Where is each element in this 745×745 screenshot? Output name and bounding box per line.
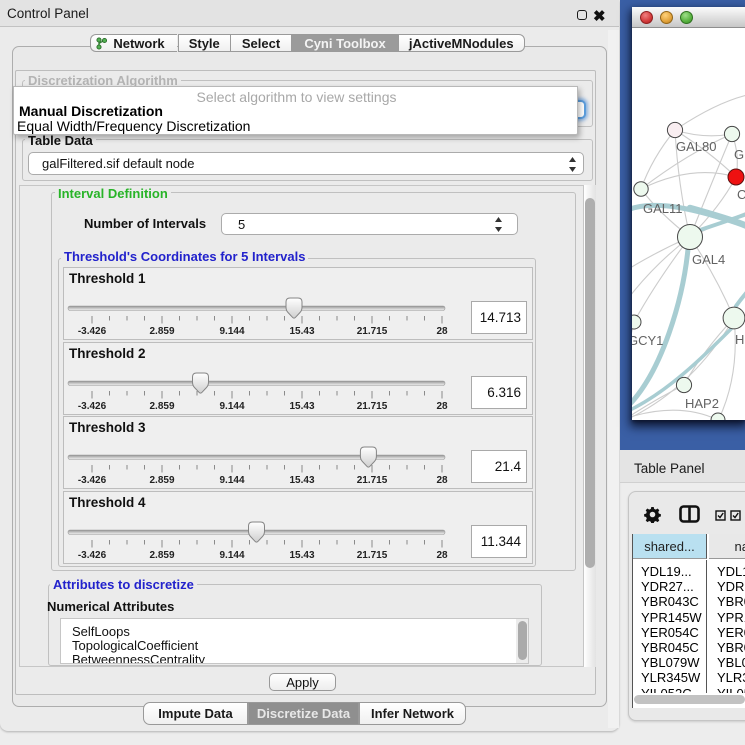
svg-text:GCY1: GCY1	[632, 333, 663, 348]
svg-text:2.859: 2.859	[149, 401, 174, 412]
svg-text:-3.426: -3.426	[78, 401, 107, 412]
svg-text:2.859: 2.859	[149, 475, 174, 486]
svg-text:21.715: 21.715	[357, 326, 388, 337]
svg-text:-3.426: -3.426	[78, 326, 107, 337]
svg-text:15.43: 15.43	[289, 401, 314, 412]
svg-text:-3.426: -3.426	[78, 550, 107, 561]
svg-text:28: 28	[436, 475, 448, 486]
svg-text:C: C	[737, 187, 745, 202]
svg-text:GAL11: GAL11	[643, 201, 683, 216]
svg-text:28: 28	[436, 401, 448, 412]
svg-text:21.715: 21.715	[357, 401, 388, 412]
svg-text:28: 28	[436, 326, 448, 337]
svg-text:15.43: 15.43	[289, 326, 314, 337]
svg-text:9.144: 9.144	[219, 550, 244, 561]
svg-text:G...: G...	[734, 147, 745, 162]
svg-text:21.715: 21.715	[357, 475, 388, 486]
svg-text:15.43: 15.43	[289, 475, 314, 486]
svg-text:2.859: 2.859	[149, 326, 174, 337]
svg-text:-3.426: -3.426	[78, 475, 107, 486]
svg-text:HAP2: HAP2	[685, 396, 719, 411]
svg-text:GAL4: GAL4	[692, 252, 725, 267]
svg-text:9.144: 9.144	[219, 475, 244, 486]
svg-text:9.144: 9.144	[219, 326, 244, 337]
svg-text:21.715: 21.715	[357, 550, 388, 561]
svg-text:GAL80: GAL80	[676, 139, 716, 154]
svg-text:H: H	[735, 332, 744, 347]
svg-text:28: 28	[436, 550, 448, 561]
svg-text:2.859: 2.859	[149, 550, 174, 561]
svg-text:15.43: 15.43	[289, 550, 314, 561]
svg-text:9.144: 9.144	[219, 401, 244, 412]
